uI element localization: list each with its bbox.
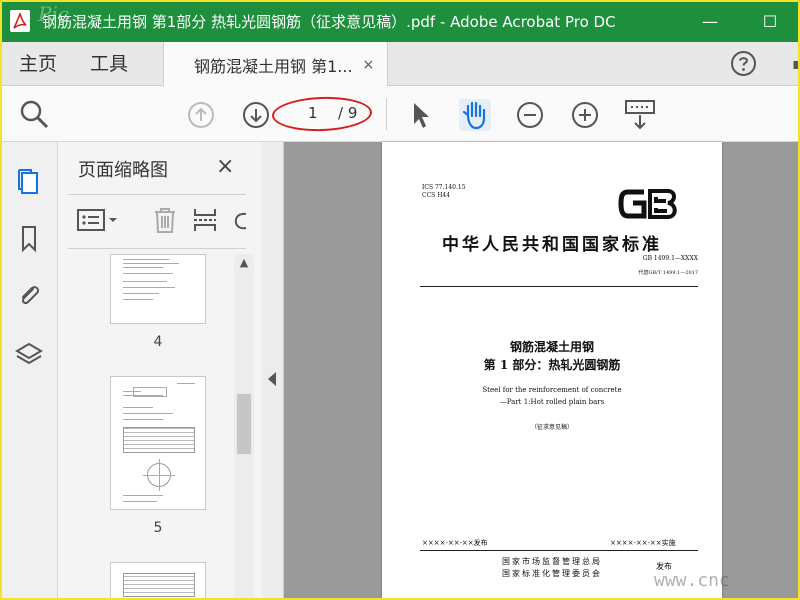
chevron-left-icon bbox=[268, 372, 276, 386]
bookmark-icon[interactable] bbox=[14, 223, 44, 253]
toolbar-divider bbox=[386, 98, 387, 130]
thumbnail-list: 4 5 bbox=[58, 254, 236, 600]
window-controls: — ☐ bbox=[680, 0, 800, 42]
document-view[interactable]: ICS 77.140.15 CCS H44 中华人民共和国国家标准 GB 149… bbox=[284, 142, 800, 600]
tab-home[interactable]: 主页 bbox=[19, 42, 57, 86]
tab-tools[interactable]: 工具 bbox=[90, 42, 128, 86]
window-title: 钢筋混凝土用钢 第1部分 热轧光圆钢筋（征求意见稿）.pdf - Adobe A… bbox=[42, 12, 616, 31]
watermark-text: www.cnc bbox=[654, 570, 730, 591]
tab-document[interactable]: 钢筋混凝土用钢 第1... × bbox=[163, 42, 388, 87]
header-rule bbox=[420, 286, 698, 287]
document-tab-label: 钢筋混凝土用钢 第1... bbox=[194, 56, 353, 76]
document-title-line1: 钢筋混凝土用钢 bbox=[509, 340, 594, 354]
thumbnail-page-number: 4 bbox=[153, 334, 163, 350]
implement-date: ××××-××-××实施 bbox=[610, 539, 676, 547]
english-title-line2: —Part 1:Hot rolled plain bars bbox=[499, 398, 605, 406]
draft-note: （征求意见稿） bbox=[530, 424, 573, 431]
thumbnails-panel: 页面缩略图 × 4 5 ▲ bbox=[58, 142, 263, 600]
pdf-page: ICS 77.140.15 CCS H44 中华人民共和国国家标准 GB 149… bbox=[382, 142, 722, 600]
layers-icon[interactable] bbox=[14, 339, 44, 369]
acrobat-pdf-icon bbox=[10, 10, 30, 32]
close-panel-button[interactable]: × bbox=[216, 154, 234, 179]
delete-page-icon[interactable] bbox=[150, 204, 180, 236]
previous-page-icon[interactable] bbox=[186, 100, 216, 130]
document-title-line2: 第 1 部分：热轧光圆钢筋 bbox=[483, 358, 621, 372]
zoom-in-icon[interactable] bbox=[570, 100, 600, 130]
zoom-out-icon[interactable] bbox=[515, 100, 545, 130]
toolbar: 1 / 9 bbox=[0, 86, 800, 142]
ics-code: ICS 77.140.15 CCS H44 bbox=[422, 184, 466, 199]
page-thumbnail[interactable] bbox=[110, 254, 206, 324]
panel-title: 页面缩略图 bbox=[78, 160, 168, 181]
publish-date: ××××-××-××发布 bbox=[422, 539, 488, 547]
replaces-standard: 代替GB/T 1499.1—2017 bbox=[638, 270, 699, 276]
keyboard-icon[interactable] bbox=[624, 98, 656, 132]
gb-logo-icon bbox=[618, 189, 677, 219]
select-tool-icon[interactable] bbox=[409, 100, 433, 130]
thumbnail-page-number: 5 bbox=[153, 520, 163, 536]
tab-bar: 主页 工具 钢筋混凝土用钢 第1... × ▪ bbox=[0, 42, 800, 87]
search-icon[interactable] bbox=[18, 98, 50, 130]
title-bar: 钢筋混凝土用钢 第1部分 热轧光圆钢筋（征求意见稿）.pdf - Adobe A… bbox=[0, 0, 800, 42]
hand-tool-icon[interactable] bbox=[458, 98, 492, 132]
standard-number: GB 1499.1—XXXX bbox=[642, 255, 698, 262]
close-tab-button[interactable]: × bbox=[363, 57, 375, 73]
sign-in-icon[interactable]: ▪ bbox=[792, 54, 800, 73]
rotate-page-icon[interactable] bbox=[230, 204, 248, 236]
next-page-icon[interactable] bbox=[241, 100, 271, 130]
scrollbar-thumb[interactable] bbox=[237, 394, 251, 454]
footer-rule bbox=[420, 550, 698, 551]
thumbnail-scrollbar[interactable]: ▲ bbox=[234, 254, 254, 600]
attachment-icon[interactable] bbox=[14, 280, 44, 310]
watermark-logo-icon: Pic bbox=[38, 2, 70, 26]
panel-divider bbox=[68, 248, 246, 249]
insert-page-icon[interactable] bbox=[190, 204, 220, 236]
english-title-line1: Steel for the reinforcement of concrete bbox=[482, 386, 622, 394]
page-thumbnail[interactable] bbox=[110, 376, 206, 510]
panel-divider bbox=[68, 194, 246, 195]
navigation-pane bbox=[0, 142, 58, 600]
thumbnail-options-icon[interactable] bbox=[76, 204, 122, 236]
minimize-button[interactable]: — bbox=[680, 0, 740, 42]
scroll-up-icon[interactable]: ▲ bbox=[234, 256, 254, 272]
page-thumbnails-icon[interactable] bbox=[14, 166, 44, 196]
help-icon[interactable] bbox=[730, 50, 757, 77]
collapse-panel-handle[interactable] bbox=[262, 142, 284, 600]
highlight-annotation bbox=[271, 95, 373, 133]
national-standard-heading: 中华人民共和国国家标准 bbox=[442, 235, 662, 255]
page-thumbnail[interactable] bbox=[110, 562, 206, 600]
maximize-button[interactable]: ☐ bbox=[740, 0, 800, 42]
